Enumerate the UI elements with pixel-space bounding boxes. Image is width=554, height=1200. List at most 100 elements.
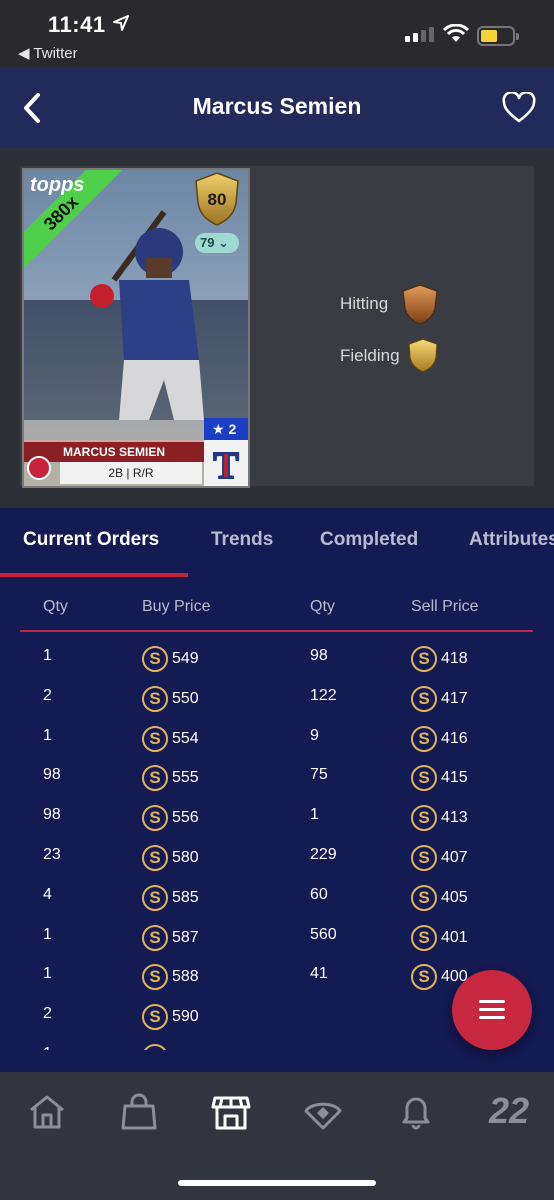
overall-rating: 80 [207,190,227,209]
sell-qty-cell: 1 [310,806,319,824]
wifi-icon [443,24,469,42]
shop-icon[interactable] [119,1092,159,1132]
header-sell-price: Sell Price [411,598,479,615]
buy-price-cell: 556 [172,809,199,827]
table-row[interactable]: 2 S 550 122 S 417 [0,672,554,712]
stubs-coin-icon: S [142,725,168,752]
sell-price-cell: 415 [441,769,468,787]
buy-price-cell: 554 [172,729,199,747]
sell-price-cell: 417 [441,689,468,707]
stubs-coin-icon: S [142,646,168,672]
stubs-coin-icon: S [411,964,437,991]
hitting-label: Hitting [340,294,389,313]
stubs-coin-icon: S [142,805,168,832]
menu-icon-line [479,1008,505,1011]
header-buy-price: Buy Price [142,598,211,615]
star-badge: ★ 2 [204,418,248,440]
stubs-coin-icon: S [142,685,168,712]
stubs-coin-icon: S [411,805,437,832]
stubs-coin-icon: S [142,845,168,871]
sell-price-cell: 416 [441,729,468,747]
sell-qty-cell: 9 [310,726,319,744]
sell-qty-cell: 75 [310,766,328,784]
tab-completed[interactable]: Completed [320,529,418,551]
stubs-coin-icon: S [142,765,168,792]
home-indicator [178,1180,376,1186]
potential-rating[interactable]: 79 ⌄ [195,233,239,253]
tab-trends[interactable]: Trends [211,529,273,551]
market-tabs: Current Orders Trends Completed Attribut… [0,508,554,578]
buy-qty-cell: 2 [43,686,52,704]
stubs-coin-icon: S [411,685,437,712]
orders-table-header: Qty Buy Price Qty Sell Price [0,578,554,632]
stubs-coin-icon: S [411,725,437,752]
marketplace-icon[interactable] [211,1092,251,1132]
table-row[interactable]: 98 S 556 1 S 413 [0,791,554,832]
buy-qty-cell: 1 [43,925,52,943]
fielding-label: Fielding [340,346,400,365]
header-buy-qty: Qty [43,598,68,615]
buy-qty-cell: 1 [43,726,52,744]
home-icon[interactable] [27,1092,67,1132]
card-position: 2B | R/R [60,462,202,484]
sell-price-cell: 405 [441,888,468,906]
buy-price-cell: 580 [172,849,199,866]
stubs-coin-icon: S [142,924,168,951]
bell-icon[interactable] [396,1092,436,1132]
cellular-signal-icon [405,27,434,42]
status-time: 11:41 [48,12,106,37]
page-title: Marcus Semien [192,93,362,119]
active-tab-indicator [0,573,188,577]
menu-icon-line [479,1016,505,1019]
menu-fab-button[interactable] [452,970,532,1050]
buy-qty-cell: 1 [43,647,52,664]
table-row[interactable]: 23 S 580 229 S 407 [0,831,554,871]
sell-qty-cell: 560 [310,925,337,943]
buy-price-cell: 585 [172,888,199,906]
menu-icon [479,1000,505,1003]
table-row[interactable]: 1 S 554 9 S 416 [0,712,554,752]
sell-qty-cell: 41 [310,965,328,983]
buy-qty-cell: 2 [43,1005,52,1023]
sell-price-cell: 407 [441,849,468,866]
diamond-icon[interactable] [303,1092,343,1132]
fielding-shield-icon [408,338,438,373]
tab-attributes[interactable]: Attributes [469,529,554,551]
chevron-down-icon: ⌄ [218,235,229,250]
sell-price-cell: 418 [441,650,468,667]
sell-qty-cell: 60 [310,885,328,903]
tab-current-orders[interactable]: Current Orders [23,529,159,551]
location-arrow-icon [113,15,129,31]
topps-logo: topps [30,174,85,196]
back-to-app-link[interactable]: ◀ Twitter [18,44,78,62]
buy-qty-cell: 23 [43,846,61,863]
buy-price-cell: 590 [172,1008,199,1026]
top-nav-bar: Marcus Semien [0,67,554,148]
buy-price-cell: 591 [172,1048,199,1050]
status-bar: 11:41 ◀ Twitter [0,0,554,67]
stubs-coin-icon: S [411,884,437,911]
buy-price-cell: 555 [172,769,199,787]
header-sell-qty: Qty [310,598,335,615]
game-year-logo[interactable]: 22 [489,1090,529,1132]
stubs-coin-icon: S [142,964,168,991]
stubs-coin-icon: S [411,646,437,672]
battery-icon [477,26,519,46]
buy-price-cell: 588 [172,968,199,986]
stubs-coin-icon: S [411,845,437,871]
buy-price-cell: 587 [172,928,199,946]
sell-price-cell: 401 [441,928,468,946]
table-row[interactable]: 1 S 549 98 S 418 [0,632,554,672]
stubs-coin-icon: S [411,765,437,792]
sell-qty-cell: 98 [310,647,328,664]
bottom-nav-bar: 22 [0,1072,554,1200]
table-row[interactable]: 98 S 555 75 S 415 [0,751,554,792]
favorite-heart-icon[interactable] [502,92,536,124]
buy-qty-cell: 98 [43,766,61,784]
star-icon: ★ [212,421,225,437]
stubs-coin-icon: S [142,1044,168,1050]
table-row[interactable]: 4 S 585 60 S 405 [0,871,554,911]
sell-qty-cell: 122 [310,686,337,704]
svg-text:T: T [213,445,238,486]
table-row[interactable]: 1 S 587 560 S 401 [0,911,554,951]
